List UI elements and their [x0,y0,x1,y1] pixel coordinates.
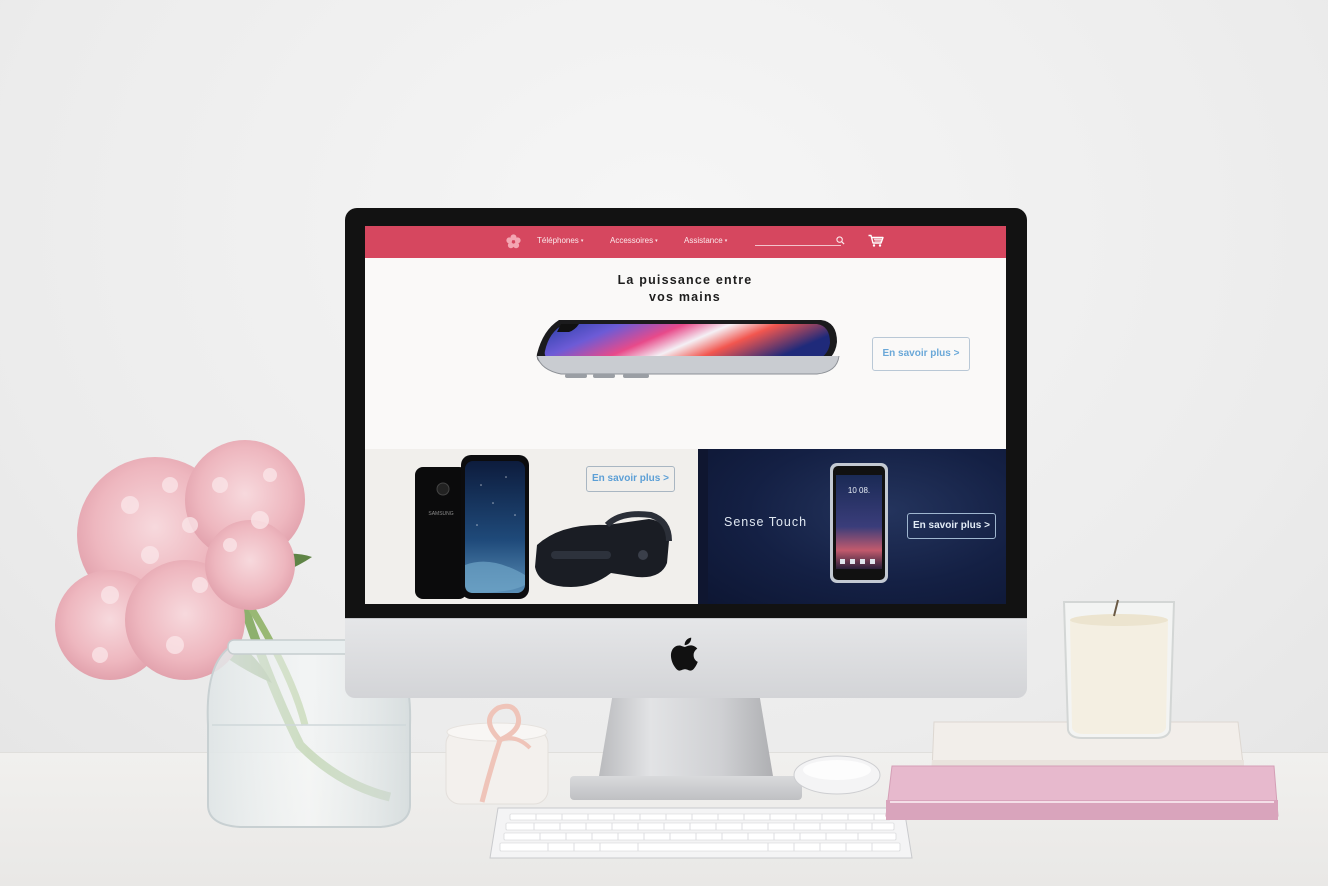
flower-logo-icon[interactable] [506,234,521,249]
sense-touch-title: Sense Touch [724,515,808,529]
search-box [755,236,845,253]
search-icon[interactable] [836,236,845,245]
search-input[interactable] [755,242,829,253]
chevron-down-icon: ▾ [724,237,728,244]
nav-item-telephones[interactable]: Téléphones ▾ [537,236,583,245]
cart-icon[interactable] [868,234,884,247]
samsung-learn-more-button[interactable]: En savoir plus > [586,466,675,492]
promo-tile-htc: Sense Touch 10 08. En savoir plus > [708,449,1006,604]
keyboard-image [489,807,913,859]
hero-banner: La puissance entre vos mains En savoir p… [365,258,1006,446]
hero-title: La puissance entre vos mains [617,273,753,304]
nav-item-accessoires[interactable]: Accessoires ▾ [610,236,658,245]
candle-jar-decoration [1062,599,1176,739]
samsung-brand-text: SAMSUNG [428,511,453,517]
phone-time-text: 10 08. [848,486,870,495]
chevron-down-icon: ▾ [580,237,584,244]
imac-stand [598,698,774,782]
ribbon-candle-decoration [445,703,549,805]
hero-learn-more-button[interactable]: En savoir plus > [872,337,970,371]
apple-logo-icon [670,637,698,671]
imac-foot [570,776,802,800]
htc-phone-image: 10 08. [830,463,888,583]
top-navbar: Téléphones ▾ Accessoires ▾ Assistance ▾ [365,226,1006,258]
chevron-down-icon: ▾ [655,237,658,244]
nav-item-assistance[interactable]: Assistance ▾ [684,236,727,245]
mouse-image [793,755,881,795]
promo-tile-samsung: SAMSUNG En savoir plus > [365,449,698,604]
website-screen: Téléphones ▾ Accessoires ▾ Assistance ▾ La … [365,226,1006,604]
tile-divider [698,449,708,604]
htc-learn-more-button[interactable]: En savoir plus > [907,513,996,539]
iphone-x-image [536,320,840,378]
